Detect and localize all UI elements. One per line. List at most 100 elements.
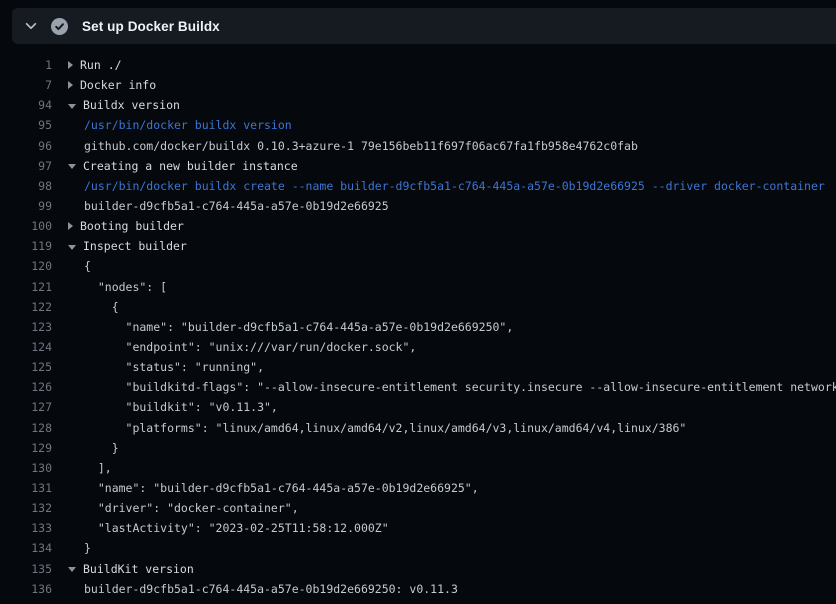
- log-line: 95/usr/bin/docker buildx version: [0, 115, 836, 135]
- line-number[interactable]: 128: [0, 418, 52, 438]
- triangle-right-icon: [68, 81, 73, 89]
- line-number[interactable]: 1: [0, 55, 52, 75]
- line-number[interactable]: 133: [0, 518, 52, 538]
- line-number[interactable]: 136: [0, 579, 52, 599]
- log-line: 126 "buildkitd-flags": "--allow-insecure…: [0, 377, 836, 397]
- line-number[interactable]: 129: [0, 438, 52, 458]
- log-output-text: }: [68, 538, 836, 558]
- step-title: Set up Docker Buildx: [82, 19, 220, 34]
- log-output-text: "endpoint": "unix:///var/run/docker.sock…: [68, 337, 836, 357]
- log-group-header[interactable]: BuildKit version: [68, 559, 836, 579]
- line-number[interactable]: 134: [0, 538, 52, 558]
- triangle-down-icon: [68, 164, 76, 169]
- log-output-text: }: [68, 438, 836, 458]
- line-number[interactable]: 123: [0, 317, 52, 337]
- log-output-text: ],: [68, 458, 836, 478]
- triangle-down-icon: [68, 104, 76, 109]
- log-line: 7 Docker info: [0, 75, 836, 95]
- log-output-text: "lastActivity": "2023-02-25T11:58:12.000…: [68, 518, 836, 538]
- log-output-text: "name": "builder-d9cfb5a1-c764-445a-a57e…: [68, 478, 836, 498]
- log-group-header[interactable]: Buildx version: [68, 95, 836, 115]
- line-number[interactable]: 124: [0, 337, 52, 357]
- log-line: 96 github.com/docker/buildx 0.10.3+azure-…: [0, 136, 836, 156]
- line-number[interactable]: 94: [0, 95, 52, 115]
- group-title: Booting builder: [80, 216, 184, 236]
- log-output-text: "buildkit": "v0.11.3",: [68, 397, 836, 417]
- log-group-header[interactable]: Docker info: [68, 75, 836, 95]
- line-number[interactable]: 100: [0, 216, 52, 236]
- log-output-text: builder-d9cfb5a1-c764-445a-a57e-0b19d2e6…: [68, 579, 836, 599]
- log-line: 122 {: [0, 297, 836, 317]
- triangle-down-icon: [68, 245, 76, 250]
- log-line: 130 ],: [0, 458, 836, 478]
- line-number[interactable]: 125: [0, 357, 52, 377]
- log-line: 123 "name": "builder-d9cfb5a1-c764-445a-…: [0, 317, 836, 337]
- log-output-text: builder-d9cfb5a1-c764-445a-a57e-0b19d2e6…: [68, 196, 836, 216]
- group-title: Docker info: [80, 75, 156, 95]
- log: 1Run ./7Docker info94Buildx version95/us…: [0, 55, 836, 599]
- line-number[interactable]: 96: [0, 136, 52, 156]
- log-output-text: "nodes": [: [68, 277, 836, 297]
- line-number[interactable]: 131: [0, 478, 52, 498]
- group-title: Inspect builder: [83, 236, 187, 256]
- log-line: 125 "status": "running",: [0, 357, 836, 377]
- line-number[interactable]: 135: [0, 559, 52, 579]
- log-command-text: /usr/bin/docker buildx create --name bui…: [68, 176, 836, 196]
- group-title: Creating a new builder instance: [83, 156, 298, 176]
- line-number[interactable]: 132: [0, 498, 52, 518]
- line-number[interactable]: 127: [0, 397, 52, 417]
- log-output-text: {: [68, 256, 836, 276]
- line-number[interactable]: 130: [0, 458, 52, 478]
- line-number[interactable]: 99: [0, 196, 52, 216]
- log-output-text: "status": "running",: [68, 357, 836, 377]
- log-line: 133 "lastActivity": "2023-02-25T11:58:12…: [0, 518, 836, 538]
- log-line: 131 "name": "builder-d9cfb5a1-c764-445a-…: [0, 478, 836, 498]
- log-command-text: /usr/bin/docker buildx version: [68, 115, 836, 135]
- log-line: 121 "nodes": [: [0, 277, 836, 297]
- log-output-text: "buildkitd-flags": "--allow-insecure-ent…: [68, 377, 836, 397]
- log-line: 134}: [0, 538, 836, 558]
- log-output-text: github.com/docker/buildx 0.10.3+azure-1 …: [68, 136, 836, 156]
- line-number[interactable]: 7: [0, 75, 52, 95]
- log-line: 119 Inspect builder: [0, 236, 836, 256]
- log-group-header[interactable]: Booting builder: [68, 216, 836, 236]
- log-line: 136 builder-d9cfb5a1-c764-445a-a57e-0b19d…: [0, 579, 836, 599]
- log-output-text: {: [68, 297, 836, 317]
- group-title: Buildx version: [83, 95, 180, 115]
- log-group-header[interactable]: Creating a new builder instance: [68, 156, 836, 176]
- line-number[interactable]: 97: [0, 156, 52, 176]
- log-line: 132 "driver": "docker-container",: [0, 498, 836, 518]
- group-title: BuildKit version: [83, 559, 194, 579]
- line-number[interactable]: 98: [0, 176, 52, 196]
- log-line: 120 {: [0, 256, 836, 276]
- log-output-text: "name": "builder-d9cfb5a1-c764-445a-a57e…: [68, 317, 836, 337]
- log-line: 99 builder-d9cfb5a1-c764-445a-a57e-0b19d2…: [0, 196, 836, 216]
- log-output-text: "platforms": "linux/amd64,linux/amd64/v2…: [68, 418, 836, 438]
- line-number[interactable]: 119: [0, 236, 52, 256]
- log-group-header[interactable]: Run ./: [68, 55, 836, 75]
- log-line: 127 "buildkit": "v0.11.3",: [0, 397, 836, 417]
- log-line: 128 "platforms": "linux/amd64,linux/amd6…: [0, 418, 836, 438]
- step-header[interactable]: Set up Docker Buildx: [12, 8, 836, 44]
- log-line: 124 "endpoint": "unix:///var/run/docker.…: [0, 337, 836, 357]
- check-circle-icon: [51, 18, 68, 35]
- log-line: 94 Buildx version: [0, 95, 836, 115]
- line-number[interactable]: 95: [0, 115, 52, 135]
- triangle-right-icon: [68, 222, 73, 230]
- log-line: 97 Creating a new builder instance: [0, 156, 836, 176]
- line-number[interactable]: 126: [0, 377, 52, 397]
- log-line: 98/usr/bin/docker buildx create --name b…: [0, 176, 836, 196]
- group-title: Run ./: [80, 55, 122, 75]
- log-line: 135 BuildKit version: [0, 559, 836, 579]
- log-output-text: "driver": "docker-container",: [68, 498, 836, 518]
- line-number[interactable]: 122: [0, 297, 52, 317]
- line-number[interactable]: 121: [0, 277, 52, 297]
- triangle-right-icon: [68, 61, 73, 69]
- log-line: 100 Booting builder: [0, 216, 836, 236]
- log-line: 1 Run ./: [0, 55, 836, 75]
- triangle-down-icon: [68, 567, 76, 572]
- line-number[interactable]: 120: [0, 256, 52, 276]
- log-line: 129 }: [0, 438, 836, 458]
- chevron-down-icon[interactable]: [24, 19, 38, 33]
- log-group-header[interactable]: Inspect builder: [68, 236, 836, 256]
